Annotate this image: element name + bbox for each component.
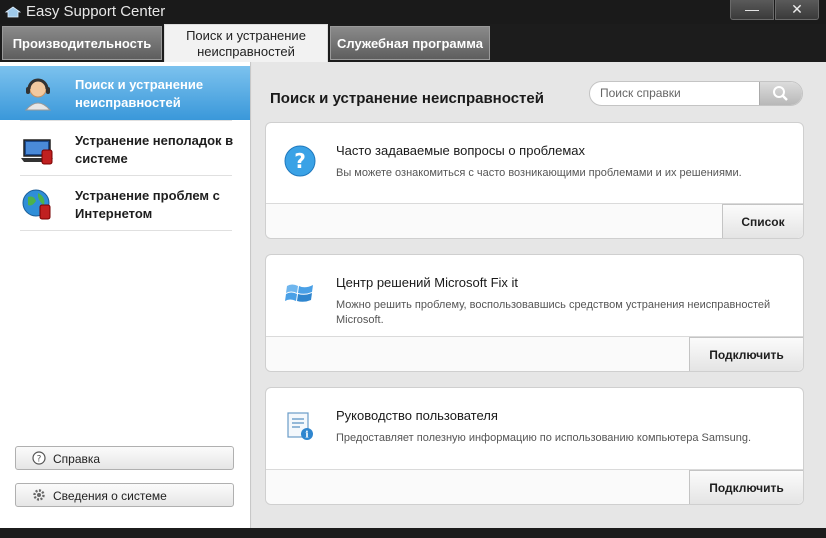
close-icon: ✕ [791, 1, 803, 17]
help-icon: ? [32, 451, 46, 465]
system-info-button[interactable]: Сведения о системе [15, 483, 234, 507]
faq-card: ? Часто задаваемые вопросы о проблемах В… [265, 122, 804, 239]
content-panel: Поиск и устранение неисправностей ? Част… [252, 62, 826, 528]
divider [20, 120, 232, 121]
close-button[interactable]: ✕ [775, 0, 819, 20]
card-description: Вы можете ознакомиться с часто возникающ… [336, 167, 742, 179]
card-footer: Подключить [266, 469, 803, 504]
app-logo-icon [5, 6, 21, 18]
search-input[interactable] [600, 86, 760, 100]
globe-alert-icon [22, 189, 51, 220]
system-info-button-label: Сведения о системе [53, 489, 167, 503]
card-description: Можно решить проблему, воспользовавшись … [336, 299, 771, 326]
tab-label: Поиск и устранение неисправностей [186, 27, 306, 59]
sidebar-item-label: Устранение неполадок в системе [75, 133, 234, 166]
minimize-icon: — [745, 1, 759, 17]
tab-utility[interactable]: Служебная программа [330, 26, 490, 60]
list-button[interactable]: Список [722, 204, 803, 238]
sidebar-item-internet[interactable]: Устранение проблем с Интернетом [0, 177, 250, 231]
tab-performance[interactable]: Производительность [2, 26, 162, 60]
card-footer: Подключить [266, 336, 803, 371]
fixit-card: Центр решений Microsoft Fix it Можно реш… [265, 254, 804, 372]
sidebar-item-troubleshooting[interactable]: Поиск и устранение неисправностей [0, 66, 250, 120]
window-title: Easy Support Center [26, 3, 166, 20]
card-title: Часто задаваемые вопросы о проблемах [336, 143, 586, 158]
user-guide-icon: i [287, 412, 313, 441]
tab-label: Служебная программа [337, 35, 483, 51]
gear-icon [33, 489, 45, 501]
card-title: Руководство пользователя [336, 408, 498, 423]
card-description: Предоставляет полезную информацию по исп… [336, 432, 752, 444]
svg-text:i: i [305, 431, 309, 441]
help-button[interactable]: ? Справка [15, 446, 234, 470]
laptop-alert-icon [21, 139, 53, 165]
svg-text:?: ? [294, 149, 306, 173]
sidebar-item-label: Устранение проблем с Интернетом [75, 188, 220, 221]
svg-text:?: ? [37, 455, 42, 465]
search-button[interactable] [759, 82, 802, 105]
question-icon: ? [284, 145, 316, 177]
tab-strip: Производительность Поиск и устранение не… [0, 24, 826, 62]
window-bottom-border [0, 528, 826, 538]
support-agent-icon [24, 78, 52, 111]
main-area: Поиск и устранение неисправностей Устран… [0, 62, 826, 528]
card-footer: Список [266, 203, 803, 238]
help-button-label: Справка [53, 452, 101, 466]
divider [20, 230, 232, 231]
page-title: Поиск и устранение неисправностей [270, 90, 544, 107]
tab-label: Производительность [12, 35, 152, 51]
search-box [589, 81, 803, 106]
user-guide-card: i Руководство пользователя Предоставляет… [265, 387, 804, 505]
tab-troubleshooting[interactable]: Поиск и устранение неисправностей [164, 24, 328, 62]
minimize-button[interactable]: — [730, 0, 774, 20]
divider [20, 175, 232, 176]
sidebar: Поиск и устранение неисправностей Устран… [0, 62, 251, 528]
connect-fixit-button[interactable]: Подключить [689, 337, 803, 371]
windows-logo-icon [285, 284, 313, 302]
sidebar-item-system[interactable]: Устранение неполадок в системе [0, 122, 250, 176]
search-icon [773, 86, 788, 101]
connect-guide-button[interactable]: Подключить [689, 470, 803, 504]
sidebar-item-label: Поиск и устранение неисправностей [75, 77, 204, 110]
card-title: Центр решений Microsoft Fix it [336, 275, 519, 290]
title-bar: Easy Support Center — ✕ [0, 0, 826, 24]
